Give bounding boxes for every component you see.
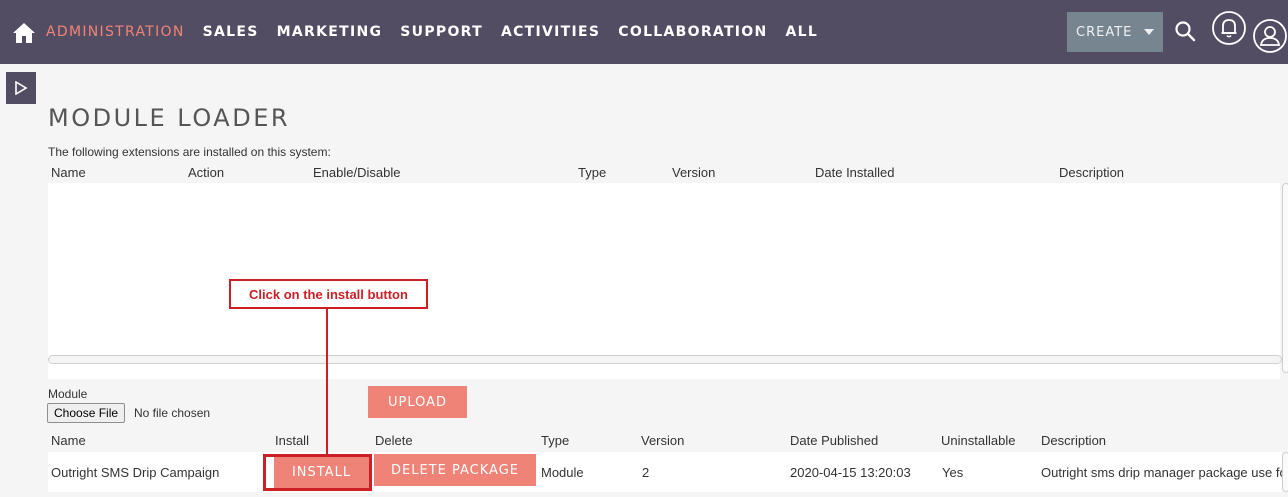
play-arrow-icon (15, 81, 28, 95)
packages-col-description: Description (1041, 433, 1107, 448)
installed-horizontal-scrollbar[interactable] (48, 355, 1282, 364)
install-button-highlight (263, 454, 372, 491)
installed-col-description: Description (1059, 165, 1125, 180)
nav-item-support[interactable]: SUPPORT (400, 24, 483, 40)
package-description: Outright sms drip manager package use fo… (1041, 465, 1288, 480)
packages-col-delete: Delete (375, 433, 413, 448)
notification-bell-icon[interactable] (1211, 10, 1247, 46)
annotation-callout: Click on the install button (229, 279, 428, 309)
no-file-chosen-text: No file chosen (134, 406, 211, 420)
installed-vertical-scrollbar[interactable] (1282, 183, 1288, 373)
main-nav: ADMINISTRATION SALES MARKETING SUPPORT A… (46, 0, 836, 64)
package-type: Module (541, 465, 584, 480)
page-title: MODULE LOADER (48, 104, 291, 132)
packages-col-version: Version (641, 433, 685, 448)
package-name: Outright SMS Drip Campaign (51, 465, 220, 480)
installed-col-version: Version (672, 165, 716, 180)
nav-item-collaboration[interactable]: COLLABORATION (618, 24, 767, 40)
installed-col-name: Name (51, 165, 86, 180)
installed-col-action: Action (188, 165, 225, 180)
package-uninstallable: Yes (942, 465, 964, 480)
annotation-connector-line (326, 309, 328, 455)
package-date-published: 2020-04-15 13:20:03 (790, 465, 911, 480)
create-button[interactable]: CREATE (1067, 12, 1163, 52)
package-version: 2 (642, 465, 650, 480)
sidebar-toggle-button[interactable] (6, 72, 36, 104)
packages-col-name: Name (51, 433, 86, 448)
upload-button[interactable]: UPLOAD (368, 386, 467, 418)
packages-col-uninstallable: Uninstallable (941, 433, 1016, 448)
caret-down-icon (1144, 29, 1154, 35)
create-button-label: CREATE (1076, 24, 1133, 40)
choose-file-button[interactable]: Choose File (47, 403, 126, 423)
delete-package-button[interactable]: DELETE PACKAGE (374, 454, 536, 486)
packages-col-install: Install (275, 433, 309, 448)
packages-vertical-scrollbar[interactable] (1282, 452, 1288, 492)
installed-col-type: Type (578, 165, 607, 180)
packages-col-type: Type (541, 433, 570, 448)
search-icon[interactable] (1174, 20, 1196, 42)
top-navigation-bar: ADMINISTRATION SALES MARKETING SUPPORT A… (0, 0, 1288, 64)
packages-col-date-published: Date Published (790, 433, 879, 448)
module-upload-label: Module (48, 387, 88, 401)
installed-extensions-intro: The following extensions are installed o… (48, 145, 331, 159)
nav-item-sales[interactable]: SALES (203, 24, 259, 40)
nav-item-all[interactable]: ALL (786, 24, 819, 40)
installed-col-enable-disable: Enable/Disable (313, 165, 401, 180)
user-profile-icon[interactable] (1252, 18, 1288, 54)
installed-col-date-installed: Date Installed (815, 165, 895, 180)
nav-item-administration[interactable]: ADMINISTRATION (46, 24, 185, 40)
home-icon[interactable] (12, 22, 36, 44)
nav-item-marketing[interactable]: MARKETING (277, 24, 383, 40)
nav-item-activities[interactable]: ACTIVITIES (501, 24, 600, 40)
